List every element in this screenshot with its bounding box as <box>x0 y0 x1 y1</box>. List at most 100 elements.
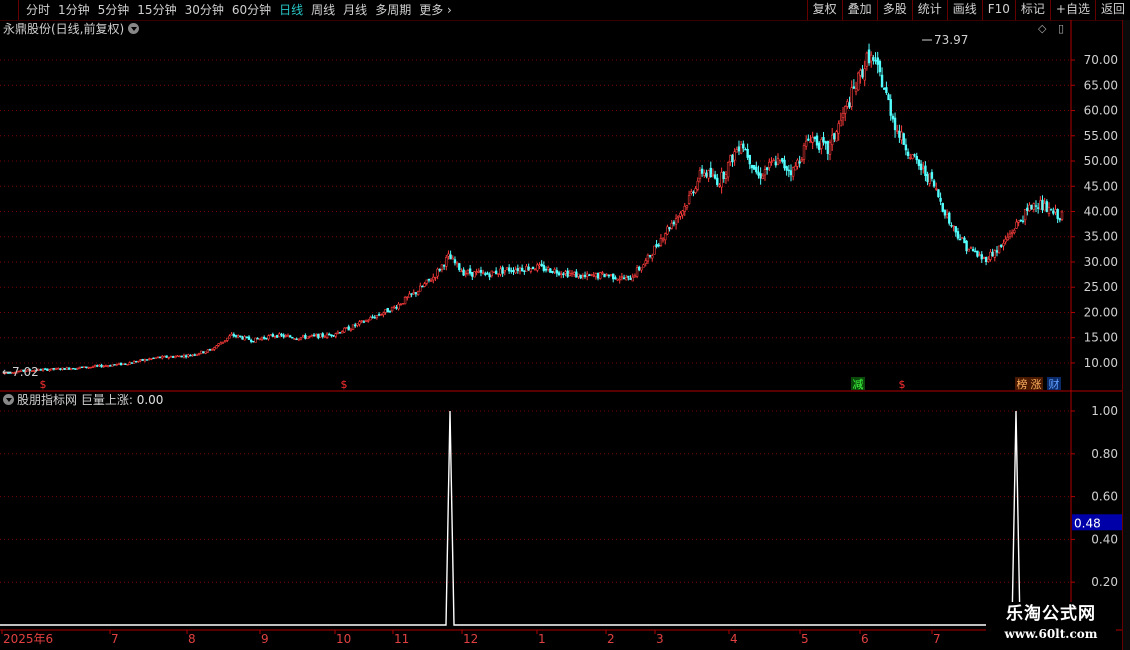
candle-body <box>564 271 567 274</box>
candle-body <box>774 161 778 166</box>
candle-body <box>228 335 231 339</box>
candle-body <box>182 354 186 358</box>
candle-body <box>997 245 1001 254</box>
candle-body <box>148 358 151 360</box>
candle-body <box>323 336 327 338</box>
candle-body <box>273 335 277 338</box>
candle-body <box>349 328 353 331</box>
candle-body <box>570 272 574 275</box>
x-tick-label: 12 <box>463 632 478 646</box>
candle-body <box>1021 220 1025 222</box>
candle-body <box>889 99 892 116</box>
candle-body <box>861 69 864 78</box>
candle-body <box>163 355 166 358</box>
candle-body <box>490 270 494 277</box>
candle-body <box>906 151 910 156</box>
candle-body <box>848 102 851 108</box>
chart-canvas[interactable]: 10.00 15.00 20.00 25.00 30.00 35.00 40.00 45.00… <box>0 0 1130 650</box>
candle-body <box>523 270 526 272</box>
candle-body <box>555 270 559 274</box>
candle-body <box>278 333 281 338</box>
candle-body <box>876 57 879 65</box>
candle-body <box>295 338 298 341</box>
candle-body <box>800 159 804 162</box>
candle-body <box>748 154 752 165</box>
candle-body <box>1056 209 1059 219</box>
candle-body <box>1028 204 1031 211</box>
candle-body <box>720 171 723 188</box>
candle-body <box>551 271 554 274</box>
candle-body <box>72 367 75 370</box>
candle-body <box>976 250 979 257</box>
candle-body <box>742 143 745 149</box>
candle-body <box>416 290 420 295</box>
candle-body <box>822 137 825 143</box>
candle-body <box>835 131 838 142</box>
candle-body <box>909 157 912 159</box>
candle-body <box>562 273 565 276</box>
candle-body <box>664 233 667 241</box>
candle-body <box>494 270 498 275</box>
candle-body <box>538 264 541 267</box>
candle-body <box>150 358 153 360</box>
candle-body <box>629 277 632 280</box>
candle-body <box>653 245 656 255</box>
marker-dollar: $ <box>899 378 906 391</box>
candle-body <box>939 197 942 202</box>
candle-body <box>870 54 873 62</box>
candle-body <box>158 356 162 359</box>
candle-body <box>171 356 175 358</box>
candle-body <box>854 87 858 93</box>
candle-body <box>126 364 129 366</box>
candle-body <box>254 337 257 343</box>
candle-body <box>911 154 914 159</box>
candle-body <box>510 270 513 272</box>
candle-body <box>106 365 110 367</box>
candle-body <box>902 133 905 145</box>
candle-body <box>828 142 832 155</box>
candle-body <box>501 267 504 274</box>
candle-body <box>752 165 756 170</box>
candle-body <box>256 338 259 340</box>
right-side-strip[interactable] <box>1122 20 1130 650</box>
candle-body <box>917 159 921 166</box>
candle-body <box>100 364 103 368</box>
x-tick-label: 3 <box>656 632 664 646</box>
candle-body <box>544 268 548 271</box>
candle-body <box>943 210 947 216</box>
candle-body <box>145 359 149 361</box>
candle-body <box>579 274 582 279</box>
candle-body <box>614 277 617 280</box>
candle-body <box>518 267 522 272</box>
candle-body <box>536 264 539 271</box>
candle-body <box>462 269 465 276</box>
sub-y-tick-label: 0.40 <box>1091 532 1118 546</box>
candle-body <box>104 365 108 367</box>
candle-body <box>354 324 357 327</box>
candle-body <box>486 272 489 275</box>
candle-body <box>63 367 66 370</box>
x-tick-label: 2 <box>607 632 615 646</box>
cursor-value-label: 0.48 <box>1074 516 1101 530</box>
candle-body <box>464 272 467 275</box>
candle-body <box>681 210 684 216</box>
candle-body <box>974 250 977 253</box>
candle-body <box>635 267 639 277</box>
candle-body <box>367 320 370 322</box>
x-tick-label: 8 <box>188 632 196 646</box>
candle-body <box>191 354 194 356</box>
candle-body <box>423 283 426 287</box>
candle-body <box>982 257 986 259</box>
marker-dollar: $ <box>40 378 47 391</box>
candle-body <box>698 170 702 180</box>
candle-body <box>83 366 86 368</box>
candle-body <box>776 158 780 165</box>
candle-body <box>499 268 502 275</box>
candle-body <box>267 335 270 340</box>
candle-body <box>93 365 97 368</box>
candle-body <box>1004 238 1007 243</box>
candle-body <box>507 267 511 272</box>
candle-body <box>269 334 272 336</box>
candle-body <box>969 247 973 249</box>
candle-body <box>174 356 177 359</box>
